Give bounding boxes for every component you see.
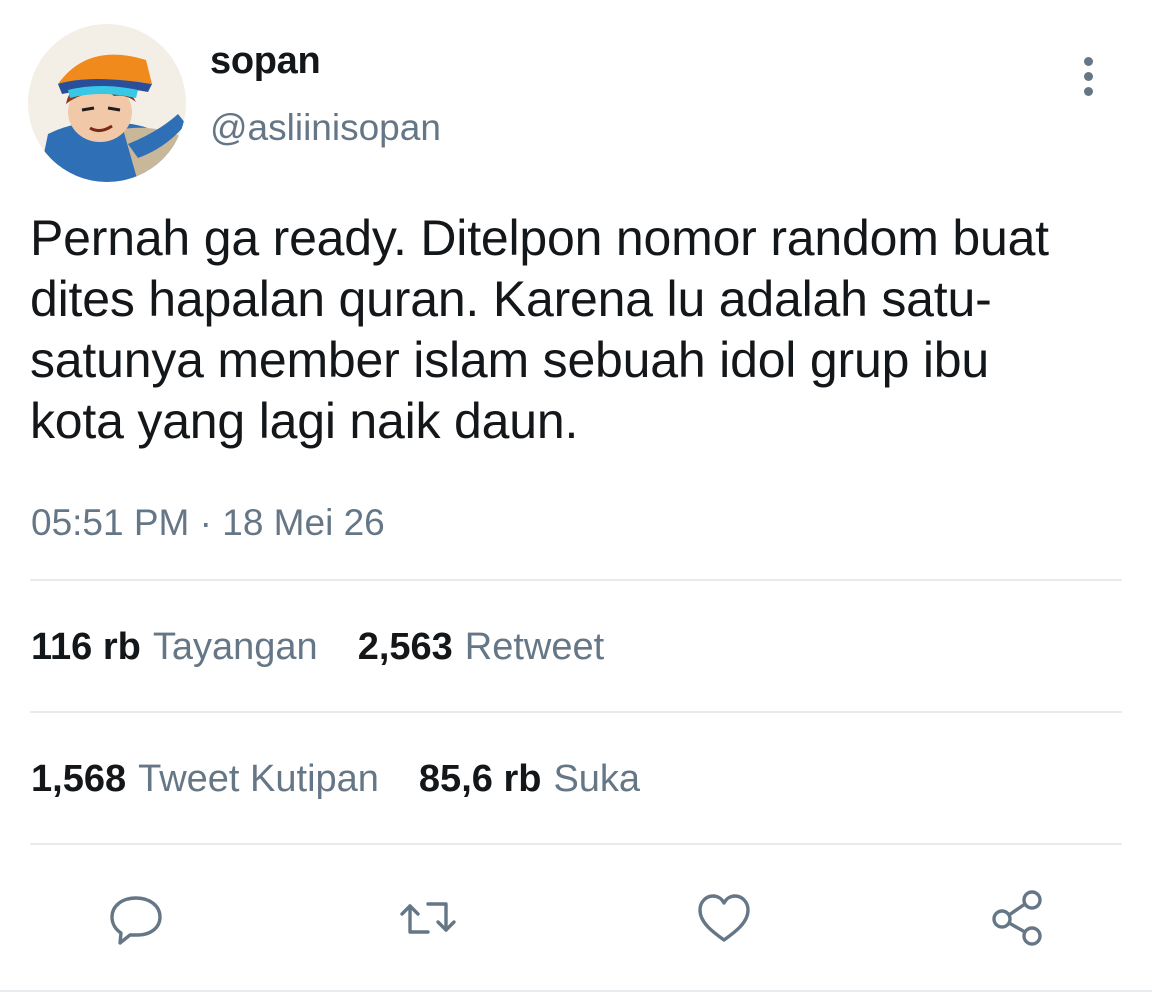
action-bar xyxy=(0,878,1152,958)
retweet-button[interactable] xyxy=(388,878,468,958)
likes-label: Suka xyxy=(553,758,641,800)
reply-icon xyxy=(110,896,162,945)
display-name[interactable]: sopan xyxy=(210,40,321,83)
views-stat[interactable]: 116 rb Tayangan xyxy=(31,626,318,669)
retweets-label: Retweet xyxy=(464,626,605,668)
more-options-dot xyxy=(1083,86,1093,96)
avatar[interactable] xyxy=(28,24,186,182)
heart-icon xyxy=(698,894,750,942)
stats-row: 1,568 Tweet Kutipan 85,6 rb Suka xyxy=(31,758,680,801)
divider xyxy=(30,579,1122,581)
more-options-button[interactable] xyxy=(1066,52,1110,100)
tweet-text-line: Pernah ga ready. Ditelpon nomor random b… xyxy=(30,210,1049,266)
tweet-text-line: satunya member islam sebuah idol grup ib… xyxy=(30,332,989,388)
likes-stat[interactable]: 85,6 rb Suka xyxy=(419,758,640,801)
retweets-count: 2,563 xyxy=(357,626,453,668)
divider xyxy=(30,711,1122,713)
tweet-text-line: dites hapalan quran. Karena lu adalah sa… xyxy=(30,271,992,327)
user-handle[interactable]: @asliinisopan xyxy=(210,107,441,149)
tweet-text: Pernah ga ready. Ditelpon nomor random b… xyxy=(30,208,1138,452)
likes-count: 85,6 rb xyxy=(418,758,542,800)
share-icon xyxy=(992,890,1042,946)
more-options-dot xyxy=(1083,71,1093,81)
tweet-text-line: kota yang lagi naik daun. xyxy=(30,393,579,449)
stats-row: 116 rb Tayangan 2,563 Retweet xyxy=(31,626,644,669)
views-count: 116 rb xyxy=(31,626,141,668)
tweet-timestamp[interactable]: 05:51 PM · 18 Mei 26 xyxy=(31,502,385,544)
share-button[interactable] xyxy=(978,878,1058,958)
divider xyxy=(30,843,1122,845)
views-label: Tayangan xyxy=(152,626,318,668)
reply-button[interactable] xyxy=(96,878,176,958)
quotes-label: Tweet Kutipan xyxy=(138,758,379,800)
avatar-icon xyxy=(28,24,186,182)
quotes-stat[interactable]: 1,568 Tweet Kutipan xyxy=(31,758,379,801)
like-button[interactable] xyxy=(684,878,764,958)
retweets-stat[interactable]: 2,563 Retweet xyxy=(358,626,605,669)
more-options-icon xyxy=(1083,56,1093,66)
divider xyxy=(0,990,1152,992)
retweet-icon xyxy=(400,902,456,934)
quotes-count: 1,568 xyxy=(31,758,127,800)
